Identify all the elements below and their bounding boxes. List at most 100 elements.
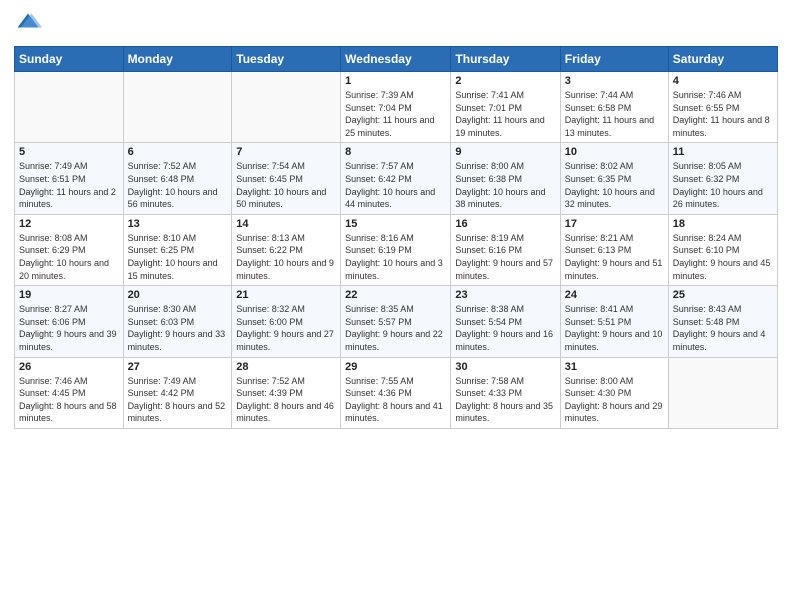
calendar-cell: [668, 357, 777, 428]
day-number: 20: [128, 289, 228, 301]
day-number: 9: [455, 146, 555, 158]
weekday-header-wednesday: Wednesday: [341, 47, 451, 72]
calendar-cell: 5 Sunrise: 7:49 AMSunset: 6:51 PMDaylight…: [15, 143, 124, 214]
calendar-cell: 26 Sunrise: 7:46 AMSunset: 4:45 PMDayligh…: [15, 357, 124, 428]
day-info: Sunrise: 8:10 AMSunset: 6:25 PMDaylight:…: [128, 232, 228, 282]
day-number: 2: [455, 75, 555, 87]
day-info: Sunrise: 7:49 AMSunset: 4:42 PMDaylight:…: [128, 375, 228, 425]
calendar-cell: 7 Sunrise: 7:54 AMSunset: 6:45 PMDaylight…: [232, 143, 341, 214]
calendar-table: SundayMondayTuesdayWednesdayThursdayFrid…: [14, 46, 778, 429]
day-number: 28: [236, 361, 336, 373]
calendar-cell: 13 Sunrise: 8:10 AMSunset: 6:25 PMDayligh…: [123, 214, 232, 285]
day-number: 24: [565, 289, 664, 301]
day-number: 30: [455, 361, 555, 373]
calendar-cell: 9Sunrise: 8:00 AMSunset: 6:38 PMDaylight…: [451, 143, 560, 214]
calendar-cell: 31Sunrise: 8:00 AMSunset: 4:30 PMDayligh…: [560, 357, 668, 428]
day-number: 5: [19, 146, 119, 158]
calendar-cell: 29 Sunrise: 7:55 AMSunset: 4:36 PMDayligh…: [341, 357, 451, 428]
day-info: Sunrise: 7:52 AMSunset: 4:39 PMDaylight:…: [236, 375, 336, 425]
weekday-header-monday: Monday: [123, 47, 232, 72]
logo: [14, 10, 46, 38]
calendar-cell: 16 Sunrise: 8:19 AMSunset: 6:16 PMDayligh…: [451, 214, 560, 285]
day-info: Sunrise: 7:57 AMSunset: 6:42 PMDaylight:…: [345, 160, 446, 210]
calendar-cell: [123, 72, 232, 143]
calendar-cell: 1 Sunrise: 7:39 AMSunset: 7:04 PMDaylight…: [341, 72, 451, 143]
day-info: Sunrise: 8:02 AMSunset: 6:35 PMDaylight:…: [565, 160, 664, 210]
calendar-week-1: 1 Sunrise: 7:39 AMSunset: 7:04 PMDaylight…: [15, 72, 778, 143]
calendar-header-row: SundayMondayTuesdayWednesdayThursdayFrid…: [15, 47, 778, 72]
day-number: 26: [19, 361, 119, 373]
day-info: Sunrise: 7:58 AMSunset: 4:33 PMDaylight:…: [455, 375, 555, 425]
day-info: Sunrise: 7:46 AMSunset: 4:45 PMDaylight:…: [19, 375, 119, 425]
calendar-cell: 15 Sunrise: 8:16 AMSunset: 6:19 PMDayligh…: [341, 214, 451, 285]
day-number: 29: [345, 361, 446, 373]
day-info: Sunrise: 8:30 AMSunset: 6:03 PMDaylight:…: [128, 303, 228, 353]
day-info: Sunrise: 7:41 AMSunset: 7:01 PMDaylight:…: [455, 89, 555, 139]
header: [14, 10, 778, 38]
calendar-cell: 6Sunrise: 7:52 AMSunset: 6:48 PMDaylight…: [123, 143, 232, 214]
day-info: Sunrise: 8:35 AMSunset: 5:57 PMDaylight:…: [345, 303, 446, 353]
day-number: 13: [128, 218, 228, 230]
calendar-cell: 24 Sunrise: 8:41 AMSunset: 5:51 PMDayligh…: [560, 286, 668, 357]
calendar-cell: 17Sunrise: 8:21 AMSunset: 6:13 PMDayligh…: [560, 214, 668, 285]
day-number: 15: [345, 218, 446, 230]
calendar-cell: 23Sunrise: 8:38 AMSunset: 5:54 PMDayligh…: [451, 286, 560, 357]
calendar-cell: 14 Sunrise: 8:13 AMSunset: 6:22 PMDayligh…: [232, 214, 341, 285]
day-number: 17: [565, 218, 664, 230]
page: SundayMondayTuesdayWednesdayThursdayFrid…: [0, 0, 792, 612]
day-number: 14: [236, 218, 336, 230]
day-info: Sunrise: 8:27 AMSunset: 6:06 PMDaylight:…: [19, 303, 119, 353]
calendar-cell: [15, 72, 124, 143]
day-number: 16: [455, 218, 555, 230]
weekday-header-sunday: Sunday: [15, 47, 124, 72]
day-number: 27: [128, 361, 228, 373]
calendar-cell: 4 Sunrise: 7:46 AMSunset: 6:55 PMDaylight…: [668, 72, 777, 143]
day-info: Sunrise: 8:38 AMSunset: 5:54 PMDaylight:…: [455, 303, 555, 353]
day-number: 6: [128, 146, 228, 158]
calendar-cell: 19 Sunrise: 8:27 AMSunset: 6:06 PMDayligh…: [15, 286, 124, 357]
day-info: Sunrise: 8:41 AMSunset: 5:51 PMDaylight:…: [565, 303, 664, 353]
day-number: 18: [673, 218, 773, 230]
day-number: 19: [19, 289, 119, 301]
calendar-week-4: 19 Sunrise: 8:27 AMSunset: 6:06 PMDayligh…: [15, 286, 778, 357]
day-info: Sunrise: 8:08 AMSunset: 6:29 PMDaylight:…: [19, 232, 119, 282]
calendar-week-2: 5 Sunrise: 7:49 AMSunset: 6:51 PMDaylight…: [15, 143, 778, 214]
weekday-header-saturday: Saturday: [668, 47, 777, 72]
calendar-cell: 11 Sunrise: 8:05 AMSunset: 6:32 PMDayligh…: [668, 143, 777, 214]
day-number: 1: [345, 75, 446, 87]
day-info: Sunrise: 8:05 AMSunset: 6:32 PMDaylight:…: [673, 160, 773, 210]
day-info: Sunrise: 8:19 AMSunset: 6:16 PMDaylight:…: [455, 232, 555, 282]
day-number: 11: [673, 146, 773, 158]
calendar-cell: 2 Sunrise: 7:41 AMSunset: 7:01 PMDaylight…: [451, 72, 560, 143]
weekday-header-thursday: Thursday: [451, 47, 560, 72]
calendar-cell: 21 Sunrise: 8:32 AMSunset: 6:00 PMDayligh…: [232, 286, 341, 357]
calendar-cell: 28 Sunrise: 7:52 AMSunset: 4:39 PMDayligh…: [232, 357, 341, 428]
calendar-cell: 20 Sunrise: 8:30 AMSunset: 6:03 PMDayligh…: [123, 286, 232, 357]
day-info: Sunrise: 8:00 AMSunset: 4:30 PMDaylight:…: [565, 375, 664, 425]
day-number: 21: [236, 289, 336, 301]
day-info: Sunrise: 8:16 AMSunset: 6:19 PMDaylight:…: [345, 232, 446, 282]
calendar-week-5: 26 Sunrise: 7:46 AMSunset: 4:45 PMDayligh…: [15, 357, 778, 428]
day-info: Sunrise: 8:32 AMSunset: 6:00 PMDaylight:…: [236, 303, 336, 353]
calendar-cell: 27 Sunrise: 7:49 AMSunset: 4:42 PMDayligh…: [123, 357, 232, 428]
logo-icon: [14, 10, 42, 38]
weekday-header-tuesday: Tuesday: [232, 47, 341, 72]
day-info: Sunrise: 7:39 AMSunset: 7:04 PMDaylight:…: [345, 89, 446, 139]
day-info: Sunrise: 7:55 AMSunset: 4:36 PMDaylight:…: [345, 375, 446, 425]
day-info: Sunrise: 7:46 AMSunset: 6:55 PMDaylight:…: [673, 89, 773, 139]
day-info: Sunrise: 7:49 AMSunset: 6:51 PMDaylight:…: [19, 160, 119, 210]
day-number: 7: [236, 146, 336, 158]
calendar-cell: 30 Sunrise: 7:58 AMSunset: 4:33 PMDayligh…: [451, 357, 560, 428]
calendar-cell: 3Sunrise: 7:44 AMSunset: 6:58 PMDaylight…: [560, 72, 668, 143]
day-number: 10: [565, 146, 664, 158]
day-number: 8: [345, 146, 446, 158]
calendar-cell: 10 Sunrise: 8:02 AMSunset: 6:35 PMDayligh…: [560, 143, 668, 214]
calendar-cell: 8 Sunrise: 7:57 AMSunset: 6:42 PMDaylight…: [341, 143, 451, 214]
day-info: Sunrise: 7:44 AMSunset: 6:58 PMDaylight:…: [565, 89, 664, 139]
day-info: Sunrise: 8:13 AMSunset: 6:22 PMDaylight:…: [236, 232, 336, 282]
calendar-cell: 25Sunrise: 8:43 AMSunset: 5:48 PMDayligh…: [668, 286, 777, 357]
day-info: Sunrise: 8:43 AMSunset: 5:48 PMDaylight:…: [673, 303, 773, 353]
day-number: 4: [673, 75, 773, 87]
calendar-cell: 12Sunrise: 8:08 AMSunset: 6:29 PMDayligh…: [15, 214, 124, 285]
day-info: Sunrise: 7:54 AMSunset: 6:45 PMDaylight:…: [236, 160, 336, 210]
